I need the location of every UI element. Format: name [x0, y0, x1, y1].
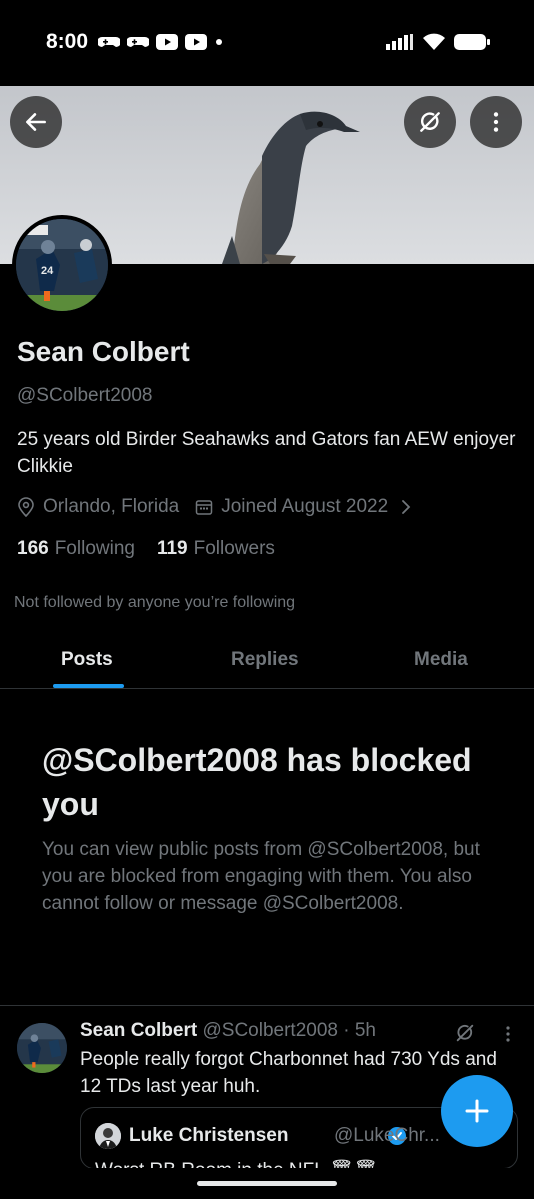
blocked-title: @SColbert2008 has blocked you [42, 742, 472, 822]
status-bar: 8:00 [0, 0, 534, 86]
following-count: 166 [17, 538, 49, 559]
not-followed-notice: Not followed by anyone you’re following [14, 594, 296, 611]
post-author-name[interactable]: Sean Colbert [80, 1020, 197, 1041]
active-tab-indicator [53, 684, 124, 688]
youtube-icon [156, 34, 178, 50]
follow-stats: 166 Following 119 Followers [17, 538, 275, 560]
profile-avatar[interactable]: 24 [12, 215, 112, 315]
blocked-description: You can view public posts from @SColbert… [42, 839, 480, 914]
divider [0, 1005, 534, 1006]
location-icon [17, 497, 35, 517]
tab-posts[interactable]: Posts [61, 649, 113, 671]
post-header: Sean Colbert @SColbert2008 · 5h [80, 1020, 376, 1042]
system-icons [386, 33, 490, 51]
profile-tabs: Posts Replies Media [0, 630, 534, 689]
joined-text: Joined August 2022 [221, 496, 389, 517]
arrow-left-icon [26, 113, 46, 131]
profile-name: Sean Colbert [17, 336, 190, 367]
wifi-icon [423, 33, 445, 50]
home-indicator[interactable] [197, 1181, 337, 1186]
game-controller-icon [98, 37, 120, 47]
status-time: 8:00 [46, 30, 89, 53]
chevron-right-icon[interactable] [400, 498, 412, 516]
more-vertical-icon [493, 112, 499, 132]
followers-link[interactable]: 119 Followers [157, 538, 275, 560]
grok-icon[interactable] [454, 1022, 476, 1044]
more-vertical-icon[interactable] [500, 1024, 516, 1044]
plus-icon [465, 1099, 489, 1123]
following-link[interactable]: 166 Following [17, 538, 135, 560]
post-avatar[interactable] [17, 1023, 67, 1073]
profile-bio: 25 years old Birder Seahawks and Gators … [17, 429, 516, 477]
game-controller-icon [127, 37, 149, 47]
dot-icon [216, 39, 222, 45]
compose-post-button[interactable] [441, 1075, 513, 1147]
more-options-button[interactable] [470, 96, 522, 148]
following-label: Following [54, 538, 135, 559]
profile-meta: Orlando, Florida Joined August 2022 [17, 496, 412, 518]
calendar-icon [195, 498, 213, 516]
quote-avatar [95, 1123, 121, 1149]
signal-icon [386, 34, 413, 50]
avatar-image [17, 1023, 67, 1073]
quote-author-handle: @LukeChr... [334, 1125, 440, 1146]
profile-handle: @SColbert2008 [17, 385, 153, 406]
youtube-icon [185, 34, 207, 50]
quote-author-name: Luke Christensen [129, 1125, 289, 1146]
grok-icon [420, 112, 440, 132]
back-button[interactable] [10, 96, 62, 148]
followers-count: 119 [156, 538, 188, 559]
svg-text:24: 24 [41, 265, 54, 277]
followers-label: Followers [193, 538, 275, 559]
location-text: Orlando, Florida [43, 496, 180, 517]
tab-media[interactable]: Media [414, 649, 468, 671]
tab-replies[interactable]: Replies [231, 649, 299, 671]
battery-icon [454, 34, 490, 50]
grok-button[interactable] [404, 96, 456, 148]
notification-icons [98, 34, 224, 50]
post-author-handle: @SColbert2008 · 5h [202, 1020, 376, 1041]
avatar-image: 24 [16, 219, 108, 311]
